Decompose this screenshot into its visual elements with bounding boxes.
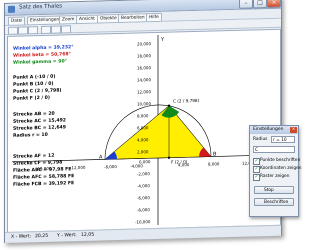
y-tick-label: 8,000 <box>137 113 149 118</box>
maximize-button[interactable]: □ <box>253 0 267 9</box>
y-tick-label: 14,000 <box>137 77 151 82</box>
status-y-value: 12,05 <box>81 232 95 238</box>
label-button[interactable]: Beschriften <box>254 198 294 206</box>
y-tick-label: 16,000 <box>137 65 151 70</box>
status-y-label: Y - Wert: <box>57 233 77 239</box>
show-points-label: Punkte beschriften <box>260 158 301 163</box>
y-tick-label: -2,000 <box>137 171 150 176</box>
y-tick-label: 6,000 <box>137 125 149 130</box>
show-points-checkbox[interactable]: ✓ <box>253 158 260 165</box>
settings-panel-close-icon[interactable]: × <box>290 127 297 133</box>
main-window: Satz des Thales – □ × Datei Einstellunge… <box>4 0 282 244</box>
settings-panel: Einstellungen × Radius r = 10 C ✓ Punkte… <box>249 125 302 217</box>
y-tick-label: 20,000 <box>137 41 151 46</box>
stop-button[interactable]: Stop <box>254 186 294 194</box>
point-a-label: A <box>99 154 103 160</box>
y-tick-label: 12,000 <box>137 89 151 94</box>
window-title: Satz des Thales <box>19 3 63 11</box>
menu-hilfe[interactable]: Hilfe <box>146 12 162 23</box>
y-tick-label: 10,000 <box>137 101 151 106</box>
minimize-button[interactable]: – <box>239 0 253 9</box>
status-x-value: 20,25 <box>35 233 49 240</box>
menu-datei[interactable]: Datei <box>8 16 26 26</box>
close-button[interactable]: × <box>267 0 281 9</box>
y-tick-label: -8,000 <box>137 207 150 212</box>
geometry-canvas[interactable]: -16,000 -12,000 -8,000 -4,000 4,000 8,00… <box>7 28 281 233</box>
y-tick-label: 2,000 <box>137 149 149 154</box>
point-b-label: B <box>213 151 217 157</box>
y-tick-label: 18,000 <box>137 53 151 58</box>
y-tick-label: 0,000 <box>139 159 151 164</box>
y-axis-label: Y <box>160 37 165 43</box>
y-tick-label: 4,000 <box>137 137 149 142</box>
point-select[interactable]: C <box>253 146 295 153</box>
toolbar-button-zoom-out[interactable] <box>61 25 71 34</box>
x-tick-label: -12,000 <box>70 165 86 170</box>
show-coords-label: Koordinaten zeigen <box>260 166 302 171</box>
radius-text: Radius r = 10 <box>13 132 48 139</box>
toolbar-button-save[interactable] <box>28 26 38 35</box>
status-x-label: X - Wert: <box>11 234 32 240</box>
y-tick-label: -4,000 <box>137 183 150 188</box>
app-icon <box>8 5 15 13</box>
point-f-text: Punkt F (2 / 0) <box>13 95 50 102</box>
toolbar-button-new[interactable] <box>8 26 18 35</box>
show-grid-label: Raster zeigen <box>260 174 290 179</box>
x-tick-label: -8,000 <box>104 164 117 169</box>
point-f-label: F (2 / 0) <box>171 159 188 164</box>
radius-input[interactable]: r = 10 <box>271 136 295 143</box>
show-grid-checkbox[interactable]: ✓ <box>253 174 260 181</box>
show-coords-checkbox[interactable]: ✓ <box>253 166 260 173</box>
radius-label: Radius <box>253 137 268 142</box>
x-tick-label: 8,000 <box>208 161 220 166</box>
toolbar-button-open[interactable] <box>18 26 28 35</box>
y-tick-label: -6,000 <box>137 195 150 200</box>
toolbar-button-print[interactable] <box>41 25 51 35</box>
y-tick-label: -10,000 <box>135 219 151 224</box>
toolbar-button-zoom-in[interactable] <box>51 25 61 34</box>
point-b-text: Punkt B (10 / 0) <box>13 81 54 88</box>
point-c-label: C (2 / 9,798) <box>173 98 200 104</box>
